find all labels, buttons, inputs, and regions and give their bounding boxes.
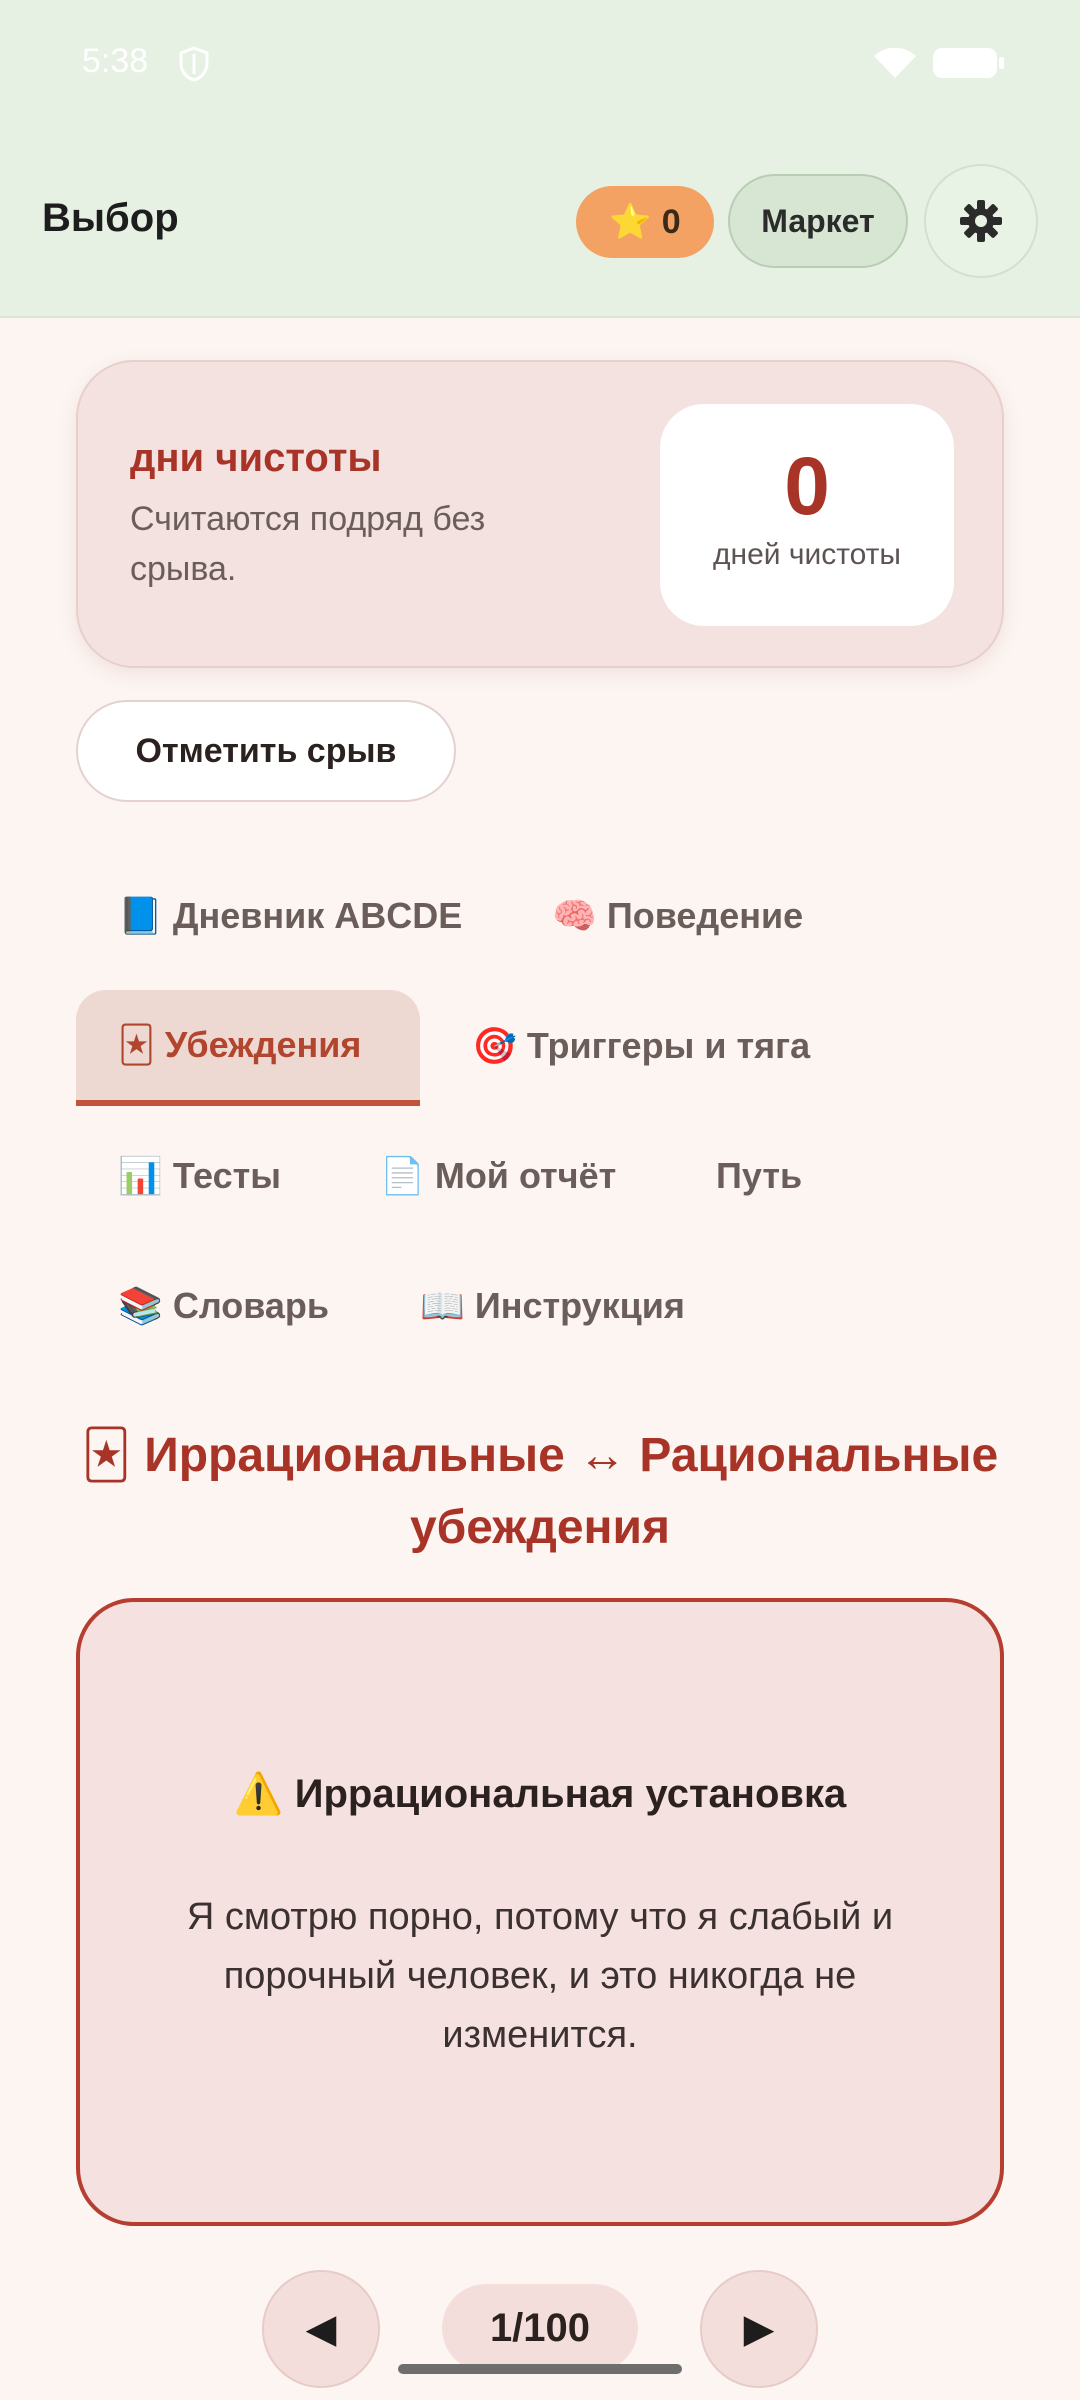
shield-icon [179, 46, 209, 82]
tab-tests[interactable]: 📊 Тесты [76, 1118, 281, 1234]
status-time: 5:38 [82, 42, 149, 80]
mark-relapse-button[interactable]: Отметить срыв [76, 700, 456, 802]
tab-label: Тесты [172, 1155, 281, 1196]
target-icon: 🎯 [472, 1025, 517, 1066]
card-counter: 1/100 [442, 2284, 638, 2372]
belief-type-label: Иррациональная установка [294, 1772, 847, 1816]
app-header: Выбор ⭐ 0 Маркет [0, 130, 1080, 318]
status-bar: 5:38 [0, 0, 1080, 130]
market-button[interactable]: Маркет [728, 174, 908, 268]
warning-icon: ⚠️ [233, 1772, 284, 1816]
tab-behavior[interactable]: 🧠 Поведение [510, 858, 803, 974]
tab-label: Путь [716, 1155, 803, 1196]
streak-value: 0 [784, 441, 830, 532]
page-title: Выбор [42, 196, 179, 240]
prev-card-button[interactable]: ◀ [262, 2270, 380, 2388]
gear-icon [960, 200, 1002, 242]
streak-card: дни чистоты Считаются подряд без срыва. … [76, 360, 1004, 668]
tab-label: Дневник ABCDE [172, 895, 463, 936]
books-icon: 📚 [118, 1285, 163, 1326]
tab-label: Инструкция [474, 1285, 685, 1326]
joker-card-icon: 🃏 [81, 1429, 131, 1482]
wifi-icon [874, 47, 916, 78]
tab-abcde-diary[interactable]: 📘 Дневник ABCDE [76, 858, 462, 974]
next-card-button[interactable]: ▶ [700, 2270, 818, 2388]
joker-card-icon: 🃏 [118, 1024, 155, 1065]
brain-icon: 🧠 [552, 895, 597, 936]
tab-label: Убеждения [164, 1024, 362, 1065]
streak-unit: дней чистоты [713, 538, 901, 571]
section-title: 🃏 Иррациональные ↔ Рациональные убеждени… [60, 1420, 1020, 1564]
stars-balance[interactable]: ⭐ 0 [576, 186, 714, 258]
tab-my-report[interactable]: 📄 Мой отчёт [338, 1118, 616, 1234]
tab-label: Мой отчёт [434, 1155, 617, 1196]
stars-count: 0 [661, 202, 681, 241]
star-icon: ⭐ [609, 203, 652, 241]
open-book-icon: 📖 [420, 1285, 465, 1326]
triangle-left-icon: ◀ [305, 2307, 337, 2351]
tab-triggers[interactable]: 🎯 Триггеры и тяга [430, 988, 810, 1104]
tab-beliefs[interactable]: 🃏 Убеждения [76, 990, 420, 1106]
belief-card[interactable]: ⚠️ Иррациональная установка Я смотрю пор… [76, 1598, 1004, 2226]
tab-path[interactable]: Путь [674, 1118, 802, 1234]
triangle-right-icon: ▶ [743, 2307, 775, 2351]
streak-counter: 0 дней чистоты [660, 404, 954, 626]
section-title-text: Иррациональные ↔ Рациональные убеждения [144, 1429, 999, 1554]
streak-title: дни чистоты [130, 436, 382, 480]
belief-text: Я смотрю порно, потому что я слабый и по… [186, 1896, 894, 2056]
tab-instructions[interactable]: 📖 Инструкция [378, 1248, 685, 1364]
book-icon: 📘 [118, 895, 163, 936]
belief-type: ⚠️ Иррациональная установка [80, 1770, 1000, 1817]
document-icon: 📄 [380, 1155, 425, 1196]
tab-label: Словарь [172, 1285, 330, 1326]
bar-chart-icon: 📊 [118, 1155, 163, 1196]
battery-icon [933, 48, 1004, 78]
home-indicator[interactable] [398, 2364, 682, 2374]
settings-button[interactable] [924, 164, 1038, 278]
tab-label: Поведение [606, 895, 804, 936]
streak-description: Считаются подряд без срыва. [130, 500, 486, 588]
tab-label: Триггеры и тяга [526, 1025, 811, 1066]
tab-glossary[interactable]: 📚 Словарь [76, 1248, 329, 1364]
